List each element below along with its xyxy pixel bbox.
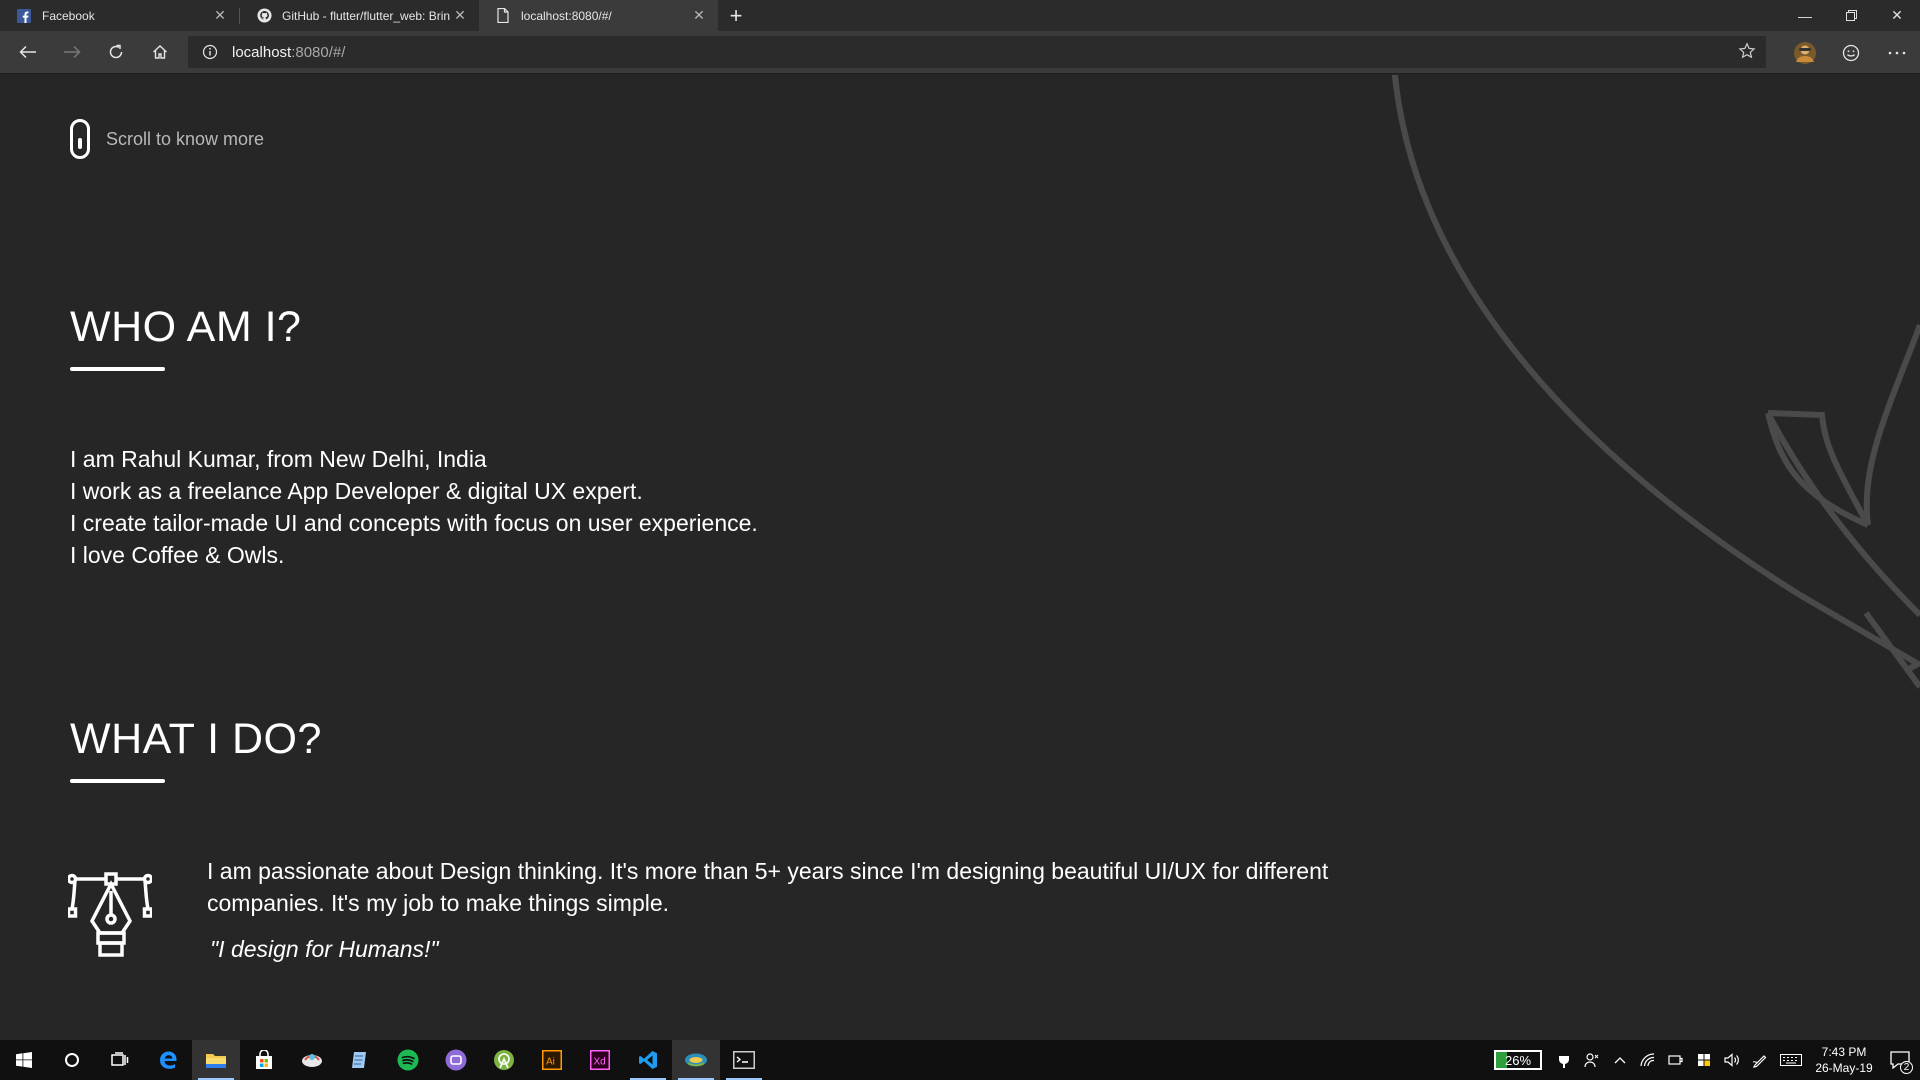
what-i-do-text: I am passionate about Design thinking. I… [207,858,1329,916]
tab-title: Facebook [42,8,95,23]
close-icon[interactable]: ✕ [451,7,469,24]
clock-date: 26-May-19 [1815,1061,1873,1075]
file-explorer-icon[interactable] [192,1040,240,1080]
chevron-up-icon[interactable] [1606,1040,1634,1080]
url-host: localhost [232,43,292,61]
page-icon [495,8,511,24]
notes-app-icon[interactable] [336,1040,384,1080]
spotify-icon[interactable] [384,1040,432,1080]
favorite-star-icon[interactable] [1738,42,1756,65]
scroll-hint-text: Scroll to know more [106,128,265,149]
tab-title: localhost:8080/#/ [521,8,612,23]
about-line: I create tailor-made UI and concepts wit… [70,510,758,536]
url-text: localhost:8080/#/ [232,44,345,61]
clock-time: 7:43 PM [1821,1045,1867,1059]
more-options-icon[interactable] [1874,31,1920,74]
who-am-i-heading: WHO AM I? [70,303,302,351]
svg-text:Xd: Xd [594,1057,606,1068]
windows-taskbar: Ai Xd 26% 7:43 PM 26-May-19 2 [0,1040,1920,1080]
forward-button[interactable] [50,31,94,74]
about-text: I am Rahul Kumar, from New Delhi, India … [70,443,758,571]
security-shield-icon[interactable] [1690,1040,1718,1080]
action-center-icon[interactable]: 2 [1880,1040,1920,1080]
close-window-icon[interactable]: ✕ [1874,0,1920,31]
edge-browser-active-icon[interactable] [672,1040,720,1080]
facebook-icon [16,8,32,24]
close-icon[interactable]: ✕ [690,7,708,24]
terminal-icon[interactable] [720,1040,768,1080]
android-studio-icon[interactable] [480,1040,528,1080]
people-icon[interactable] [1578,1040,1606,1080]
windows-start-icon[interactable] [0,1040,48,1080]
minimize-icon[interactable]: — [1782,0,1828,31]
about-line: I work as a freelance App Developer & di… [70,478,643,504]
github-icon [256,8,272,24]
feedback-smiley-icon[interactable] [1828,31,1874,74]
new-tab-button[interactable]: + [718,0,754,31]
volume-icon[interactable] [1718,1040,1746,1080]
about-line: I am Rahul Kumar, from New Delhi, India [70,446,487,472]
toolbar-right [1782,31,1920,74]
tab-github[interactable]: GitHub - flutter/flutter_web: Brin ✕ [240,0,479,31]
profile-avatar[interactable] [1782,31,1828,74]
edge-browser-icon[interactable] [144,1040,192,1080]
svg-text:Ai: Ai [546,1057,555,1068]
tab-title: GitHub - flutter/flutter_web: Brin [282,8,451,23]
mouse-scroll-icon [70,119,90,159]
adobe-xd-icon[interactable]: Xd [576,1040,624,1080]
what-i-do-heading: WHAT I DO? [70,715,322,763]
task-view-icon[interactable] [96,1040,144,1080]
scroll-hint[interactable]: Scroll to know more [70,119,264,159]
store-icon[interactable] [240,1040,288,1080]
url-path: :8080/#/ [291,43,346,61]
info-icon[interactable] [202,44,218,60]
battery-percent: 26% [1504,1052,1532,1068]
purple-app-icon[interactable] [432,1040,480,1080]
tab-bar: Facebook ✕ GitHub - flutter/flutter_web:… [0,0,1920,31]
navigation-bar: localhost:8080/#/ [0,31,1920,74]
heading-underline [70,779,165,783]
battery-indicator[interactable]: 26% [1494,1050,1542,1070]
home-button[interactable] [138,31,182,74]
tab-localhost[interactable]: localhost:8080/#/ ✕ [479,0,718,31]
charging-plug-icon [1550,1040,1578,1080]
heading-underline [70,367,165,371]
window-controls: — ✕ [1782,0,1920,31]
close-icon[interactable]: ✕ [211,7,229,24]
page-viewport: Scroll to know more WHO AM I? I am Rahul… [0,75,1920,1039]
system-tray: 26% 7:43 PM 26-May-19 2 [1494,1040,1920,1080]
wifi-icon[interactable] [1634,1040,1662,1080]
back-button[interactable] [6,31,50,74]
vscode-icon[interactable] [624,1040,672,1080]
about-line: I love Coffee & Owls. [70,542,285,568]
pen-ink-icon[interactable] [1746,1040,1774,1080]
pen-tool-icon [68,872,152,957]
restore-icon[interactable] [1828,0,1874,31]
cortana-search-icon[interactable] [48,1040,96,1080]
refresh-button[interactable] [94,31,138,74]
keyboard-icon[interactable] [1774,1040,1808,1080]
quote-text: "I design for Humans!" [210,936,439,962]
tab-facebook[interactable]: Facebook ✕ [0,0,239,31]
notification-count: 2 [1900,1061,1913,1074]
address-bar[interactable]: localhost:8080/#/ [188,36,1766,68]
illustrator-icon[interactable]: Ai [528,1040,576,1080]
clock[interactable]: 7:43 PM 26-May-19 [1808,1044,1880,1076]
power-icon[interactable] [1662,1040,1690,1080]
mail-app-icon[interactable] [288,1040,336,1080]
